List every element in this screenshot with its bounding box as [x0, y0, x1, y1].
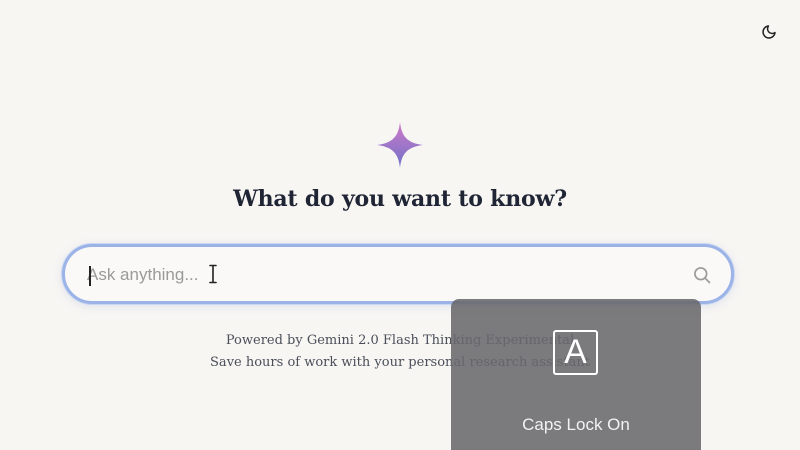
sparkle-icon [377, 122, 423, 168]
moon-icon [762, 25, 776, 39]
caps-lock-icon: A [553, 330, 598, 375]
search-input[interactable] [87, 261, 667, 289]
text-caret [89, 266, 91, 286]
caps-lock-overlay: A Caps Lock On [451, 299, 701, 450]
ibeam-cursor-icon [209, 264, 217, 284]
page-title: What do you want to know? [233, 186, 567, 212]
search-box[interactable] [62, 244, 734, 304]
theme-toggle-button[interactable] [758, 21, 780, 43]
caps-lock-label: Caps Lock On [522, 415, 630, 434]
search-icon[interactable] [692, 265, 712, 285]
